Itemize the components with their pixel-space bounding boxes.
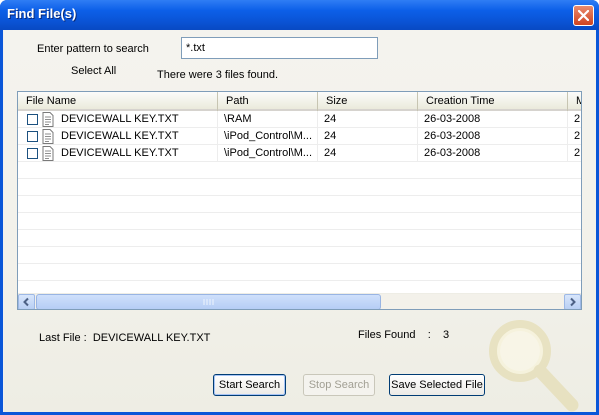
list-rows: DEVICEWALL KEY.TXT \RAM 24 26-03-2008 2 (18, 111, 581, 298)
file-name-cell: DEVICEWALL KEY.TXT (18, 145, 218, 162)
find-files-window: Find File(s) Enter pattern to search Sel… (0, 0, 599, 415)
file-name: DEVICEWALL KEY.TXT (61, 130, 179, 142)
results-list[interactable]: File Name Path Size Creation Time M DEVI… (17, 91, 582, 310)
arrow-left-icon (23, 297, 29, 307)
path-cell: \RAM (218, 111, 318, 128)
file-name-cell: DEVICEWALL KEY.TXT (18, 128, 218, 145)
arrow-right-icon (570, 297, 576, 307)
pattern-label: Enter pattern to search (37, 43, 149, 55)
save-selected-file-button[interactable]: Save Selected File (389, 374, 485, 396)
file-name: DEVICEWALL KEY.TXT (61, 113, 179, 125)
column-header-path[interactable]: Path (218, 92, 318, 111)
modified-cell: 2 (568, 111, 581, 128)
size-cell: 24 (318, 145, 418, 162)
creation-time-cell: 26-03-2008 (418, 111, 568, 128)
empty-row (18, 196, 581, 213)
select-all-label[interactable]: Select All (71, 65, 116, 77)
grip-icon (203, 299, 214, 305)
scroll-right-button[interactable] (564, 294, 581, 309)
window-title: Find File(s) (7, 6, 77, 21)
table-row[interactable]: DEVICEWALL KEY.TXT \iPod_Control\M... 24… (18, 128, 581, 145)
size-cell: 24 (318, 111, 418, 128)
column-header-file-name[interactable]: File Name (18, 92, 218, 111)
column-header-modified[interactable]: M (568, 92, 581, 111)
table-row[interactable]: DEVICEWALL KEY.TXT \iPod_Control\M... 24… (18, 145, 581, 162)
close-icon (578, 10, 589, 21)
table-row[interactable]: DEVICEWALL KEY.TXT \RAM 24 26-03-2008 2 (18, 111, 581, 128)
path-cell: \iPod_Control\M... (218, 145, 318, 162)
text-file-icon (42, 129, 54, 144)
last-file-value: DEVICEWALL KEY.TXT (92, 332, 211, 344)
text-file-icon (42, 112, 54, 127)
scroll-left-button[interactable] (18, 294, 35, 309)
empty-row (18, 230, 581, 247)
stop-search-button[interactable]: Stop Search (303, 374, 375, 396)
row-checkbox[interactable] (27, 148, 38, 159)
horizontal-scrollbar[interactable] (18, 293, 581, 309)
files-found-separator: : (427, 329, 431, 341)
empty-row (18, 264, 581, 281)
creation-time-cell: 26-03-2008 (418, 128, 568, 145)
column-header-size[interactable]: Size (318, 92, 418, 111)
text-file-icon (42, 146, 54, 161)
scrollbar-thumb[interactable] (36, 294, 381, 309)
pattern-input[interactable] (181, 37, 378, 59)
modified-cell: 2 (568, 145, 581, 162)
creation-time-cell: 26-03-2008 (418, 145, 568, 162)
row-checkbox[interactable] (27, 114, 38, 125)
start-search-button[interactable]: Start Search (213, 374, 286, 396)
magnifier-icon (489, 320, 579, 412)
size-cell: 24 (318, 128, 418, 145)
result-message: There were 3 files found. (157, 69, 279, 81)
list-header: File Name Path Size Creation Time M (18, 92, 581, 111)
empty-row (18, 179, 581, 196)
files-found-count: 3 (443, 329, 450, 341)
title-bar[interactable]: Find File(s) (0, 0, 599, 30)
files-found-label: Files Found (358, 329, 416, 341)
empty-row (18, 213, 581, 230)
files-found-status: Files Found : 3 (358, 329, 449, 341)
dialog-client-area: Enter pattern to search Select All There… (3, 30, 596, 412)
path-cell: \iPod_Control\M... (218, 128, 318, 145)
modified-cell: 2 (568, 128, 581, 145)
empty-row (18, 162, 581, 179)
row-checkbox[interactable] (27, 131, 38, 142)
file-name: DEVICEWALL KEY.TXT (61, 147, 179, 159)
close-button[interactable] (573, 5, 594, 26)
last-file-status: Last File : DEVICEWALL KEY.TXT (39, 332, 210, 344)
column-header-creation-time[interactable]: Creation Time (418, 92, 568, 111)
empty-row (18, 247, 581, 264)
file-name-cell: DEVICEWALL KEY.TXT (18, 111, 218, 128)
last-file-label: Last File : (39, 332, 87, 344)
